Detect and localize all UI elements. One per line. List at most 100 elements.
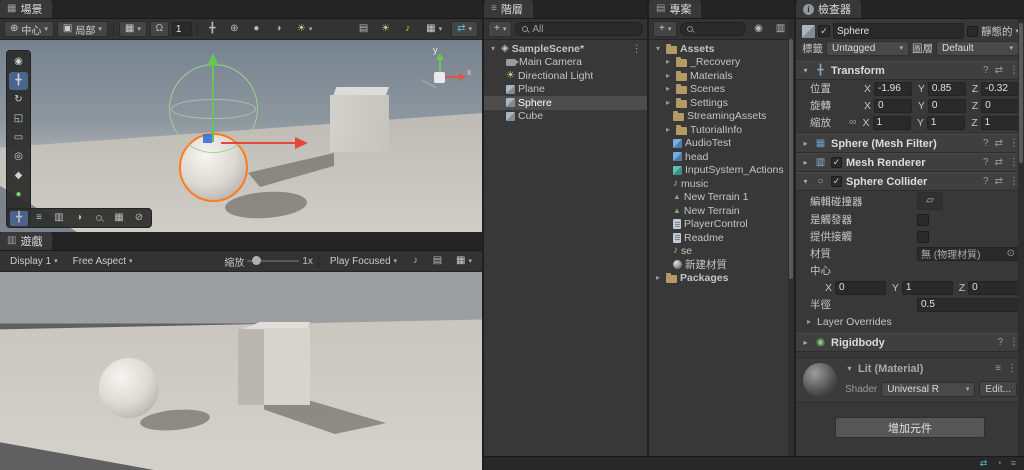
is-trigger-checkbox[interactable] (917, 213, 929, 226)
scrollbar-thumb[interactable] (1019, 23, 1023, 163)
project-asset-new-terrain[interactable]: ▲ New Terrain (649, 204, 794, 218)
shading-mode-button[interactable]: ● (247, 21, 266, 37)
add-component-button[interactable]: 增加元件 (835, 417, 985, 438)
scale-tool-button[interactable]: ◱ (9, 110, 28, 128)
snap-toggle-button[interactable]: Ω (149, 21, 169, 37)
grid-visibility-button[interactable]: ▦ ▾ (118, 21, 147, 37)
scene-stats-button[interactable]: ▤ (354, 21, 373, 37)
mesh-renderer-header[interactable]: ▸ ▥ ✓ Mesh Renderer ? ⇄ ⋮ (796, 153, 1024, 172)
panel-overlay-button[interactable]: ▥ (50, 211, 68, 226)
hierarchy-search-input[interactable] (532, 23, 636, 35)
search-by-type-button[interactable]: ◉ (749, 21, 768, 37)
help-icon[interactable]: ? (983, 138, 989, 149)
presets-icon[interactable]: ⇄ (995, 176, 1003, 187)
hierarchy-item-sphere[interactable]: Sphere (484, 96, 647, 110)
game-viewport[interactable] (0, 272, 482, 470)
project-folder-scenes[interactable]: ▸ Scenes (649, 83, 794, 97)
rotate-tool-button[interactable]: ↻ (9, 91, 28, 109)
tool-handle-button[interactable]: ╋ (203, 21, 222, 37)
center-x-field[interactable]: 0 (835, 280, 886, 295)
gizmos-dropdown[interactable]: ▦ ▾ (420, 21, 448, 37)
center-view-button[interactable]: ⊕ (225, 21, 244, 37)
progress-icon[interactable]: ◔ (996, 459, 1001, 468)
scale-x-field[interactable]: 1 (872, 115, 911, 130)
project-folder-recovery[interactable]: ▸ _Recovery (649, 56, 794, 70)
collab-icon[interactable]: ⇄ (980, 459, 988, 468)
mesh-filter-header[interactable]: ▸ ▦ Sphere (Mesh Filter) ? ⇄ ⋮ (796, 134, 1024, 153)
center-y-field[interactable]: 1 (901, 280, 953, 295)
aspect-dropdown[interactable]: Free Aspect ▾ (67, 253, 139, 269)
object-picker-icon[interactable]: ⊙ (1007, 248, 1015, 259)
rotation-x-field[interactable]: 0 (874, 98, 912, 113)
rotation-y-field[interactable]: 0 (927, 98, 966, 113)
project-asset-new-terrain-1[interactable]: ▲ New Terrain 1 (649, 191, 794, 205)
stats-button[interactable]: ▤ (428, 253, 447, 269)
custom-tool-button[interactable]: ◆ (9, 167, 28, 185)
foldout-closed-icon[interactable]: ▸ (663, 125, 673, 134)
foldout-open-icon[interactable]: ▾ (801, 66, 810, 75)
zoom-slider-knob[interactable] (252, 256, 262, 265)
scene-audio-button[interactable]: ♪ (398, 21, 417, 37)
layer-dropdown[interactable]: Default ▾ (936, 41, 1019, 56)
effects-button[interactable]: ☀ ▾ (291, 21, 318, 37)
project-asset-audiotest[interactable]: AudioTest (649, 137, 794, 151)
hierarchy-item-plane[interactable]: Plane (484, 83, 647, 97)
scale-z-field[interactable]: 1 (980, 115, 1019, 130)
layer-overrides-row[interactable]: ▸ Layer Overrides (796, 313, 1024, 330)
search-overlay-button[interactable] (90, 211, 108, 226)
gizmo-z-handle[interactable] (203, 134, 212, 143)
project-folder-streamingassets[interactable]: StreamingAssets (649, 110, 794, 124)
move-overlay-button[interactable]: ╋ (10, 210, 28, 226)
tab-project[interactable]: ▤ 專案 (649, 0, 702, 18)
shader-dropdown[interactable]: Universal R ▾ (881, 381, 976, 397)
scrollbar-thumb[interactable] (789, 39, 793, 279)
foldout-closed-icon[interactable]: ▸ (663, 71, 673, 80)
object-name-field[interactable]: Sphere (833, 23, 964, 39)
foldout-closed-icon[interactable]: ▸ (653, 274, 663, 282)
center-z-field[interactable]: 0 (968, 280, 1019, 295)
project-asset-music[interactable]: ♪ music (649, 177, 794, 191)
tab-hierarchy[interactable]: ≡ 階層 (484, 0, 533, 18)
foldout-closed-icon[interactable]: ▸ (801, 139, 810, 148)
grid-size-field[interactable]: 1 (171, 22, 192, 36)
project-scrollbar[interactable] (788, 19, 794, 456)
gizmo-center-cube[interactable] (434, 72, 445, 83)
mute-audio-button[interactable]: ♪ (406, 253, 425, 269)
transform-header[interactable]: ▾ ╋ Transform ? ⇄ ⋮ (796, 61, 1024, 80)
project-asset-head[interactable]: head (649, 150, 794, 164)
create-object-button[interactable]: + ▾ (488, 21, 513, 37)
pivot-mode-button[interactable]: ⊕ 中心 ▾ (4, 21, 54, 37)
foldout-closed-icon[interactable]: ▸ (804, 317, 814, 326)
radius-field[interactable]: 0.5 (917, 297, 1019, 312)
sphere-collider-header[interactable]: ▾ ○ ✓ Sphere Collider ? ⇄ ⋮ (796, 172, 1024, 191)
camera-swap-button[interactable]: ⇄ ▾ (451, 21, 478, 37)
physic-material-field[interactable]: 無 (物理材質) ⊙ (917, 246, 1019, 261)
position-y-field[interactable]: 0.85 (927, 81, 966, 96)
display-dropdown[interactable]: Display 1 ▾ (4, 253, 64, 269)
help-icon[interactable]: ? (997, 337, 1003, 348)
rotation-z-field[interactable]: 0 (981, 98, 1019, 113)
project-root-packages[interactable]: ▸ Packages (649, 272, 794, 286)
zoom-slider[interactable] (247, 256, 300, 265)
shader-edit-button[interactable]: Edit... (979, 381, 1017, 397)
foldout-closed-icon[interactable]: ▸ (663, 98, 673, 107)
project-asset-inputsystem-actions[interactable]: InputSystem_Actions (649, 164, 794, 178)
project-search[interactable] (680, 22, 746, 36)
uniform-scale-link-icon[interactable]: ∞ (849, 117, 857, 128)
edit-collider-button[interactable]: ▱ (917, 192, 943, 210)
help-icon[interactable]: ? (983, 157, 989, 168)
static-checkbox[interactable] (966, 25, 978, 37)
tab-inspector[interactable]: i 檢查器 (796, 0, 861, 18)
foldout-open-icon[interactable]: ▾ (488, 44, 498, 53)
project-asset-playercontrol[interactable]: PlayerControl (649, 218, 794, 232)
help-icon[interactable]: ? (983, 65, 989, 76)
game-gizmos-dropdown[interactable]: ▦ ▾ (450, 253, 478, 269)
shading-overlay-button[interactable]: ◑ (70, 211, 88, 226)
project-folder-materials[interactable]: ▸ Materials (649, 69, 794, 83)
position-x-field[interactable]: -1.96 (874, 81, 912, 96)
render-mode-button[interactable]: ◑ (269, 21, 288, 37)
active-checkbox[interactable]: ✓ (818, 25, 830, 37)
rect-tool-button[interactable]: ▭ (9, 129, 28, 147)
create-asset-button[interactable]: + ▾ (653, 21, 678, 37)
project-search-input[interactable] (697, 23, 739, 35)
